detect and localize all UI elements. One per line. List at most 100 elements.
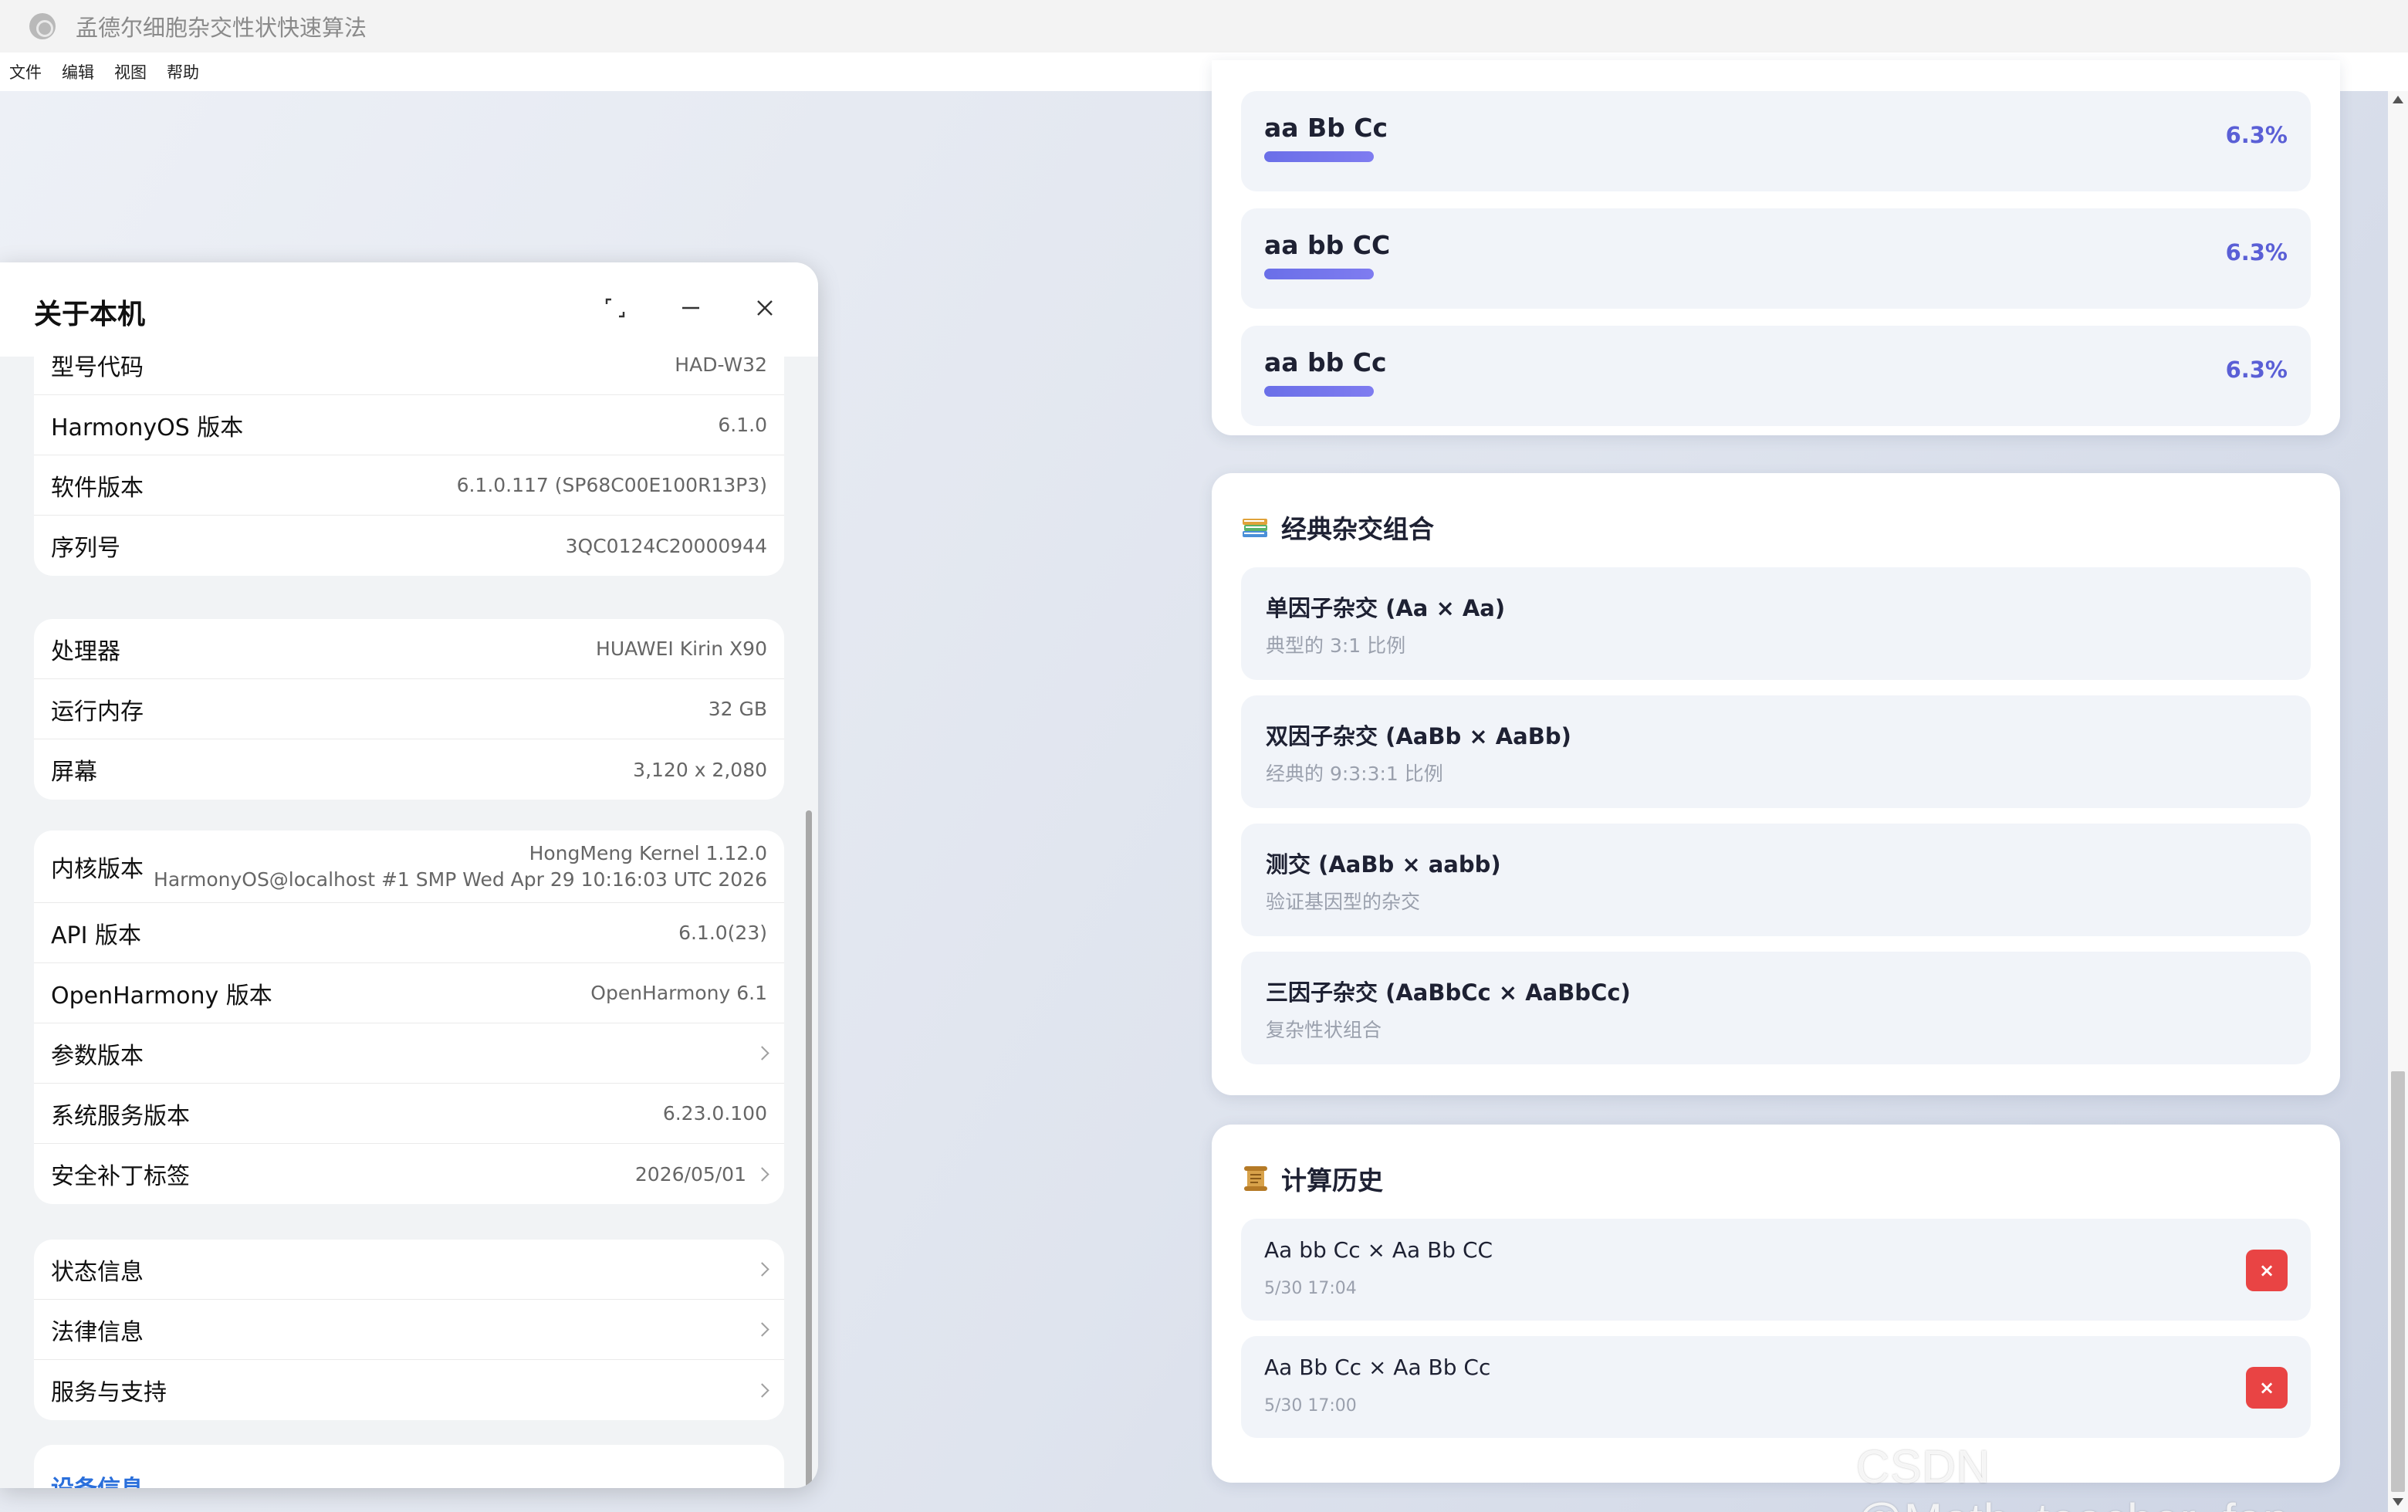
row-label: 运行内存 [51,698,144,726]
device-info-group: 设备信息 [34,1445,784,1488]
delete-history-button[interactable]: × [2246,1367,2288,1409]
about-device-dialog: 关于本机 型号代码 HAD-W32 HarmonyOS 版本 6.1.0 软件版… [0,262,818,1488]
software-group: 内核版本 HongMeng Kernel 1.12.0 HarmonyOS@lo… [34,830,784,1204]
info-row: API 版本 6.1.0(23) [34,903,784,963]
history-section-title: 计算历史 [1241,1160,1383,1197]
info-row: OpenHarmony 版本 OpenHarmony 6.1 [34,963,784,1023]
row-label: 内核版本 [51,855,144,883]
kernel-line-2: HarmonyOS@localhost #1 SMP Wed Apr 29 10… [154,868,767,891]
row-value: 6.1.0 [718,414,767,436]
row-label: 参数版本 [51,1042,144,1070]
row-value: 6.1.0.117 (SP68C00E100R13P3) [456,474,767,496]
delete-history-button[interactable]: × [2246,1250,2288,1291]
menu-file[interactable]: 文件 [9,60,42,83]
info-row: HarmonyOS 版本 6.1.0 [34,395,784,455]
app-icon [29,13,56,39]
phenotype-bar [1264,269,2288,279]
classic-cross-desc: 复杂性状组合 [1266,1019,1382,1041]
info-row-link[interactable]: 参数版本 [34,1023,784,1084]
row-label: API 版本 [51,922,141,949]
phenotype-card: aa Bb Cc 6.3% [1241,91,2311,191]
row-value: HAD-W32 [675,353,767,376]
info-row: 型号代码 HAD-W32 [34,335,784,395]
info-row: 序列号 3QC0124C20000944 [34,516,784,576]
history-time: 5/30 17:04 [1264,1279,1357,1298]
phenotype-card: aa bb Cc 6.3% [1241,326,2311,426]
app-workspace: aa Bb Cc 6.3% aa bb CC 6.3% aa bb Cc 6.3… [0,60,2408,1512]
title-bar: 孟德尔细胞杂交性状快速算法 [0,0,2408,52]
scroll-up-icon[interactable] [2393,96,2403,103]
phenotype-name: aa bb CC [1264,230,1391,260]
history-cross: Aa bb Cc × Aa Bb CC [1264,1237,1493,1263]
phenotype-bar-fill [1264,269,1374,279]
history-item[interactable]: Aa bb Cc × Aa Bb CC 5/30 17:04 × [1241,1219,2311,1321]
info-row: 软件版本 6.1.0.117 (SP68C00E100R13P3) [34,455,784,516]
minimize-icon[interactable] [678,295,704,321]
page-scrollbar[interactable] [2388,91,2408,1512]
phenotype-bar-fill [1264,151,1374,162]
classic-title: 经典杂交组合 [1281,514,1434,544]
classic-cross-desc: 验证基因型的杂交 [1266,891,1421,913]
classic-cross-card[interactable]: 双因子杂交 (AaBb × AaBb) 经典的 9:3:3:1 比例 [1241,695,2311,808]
about-body: 型号代码 HAD-W32 HarmonyOS 版本 6.1.0 软件版本 6.1… [0,335,818,1488]
chevron-right-icon [755,1382,769,1398]
info-links-group: 状态信息 法律信息 服务与支持 [34,1240,784,1420]
info-row: 系统服务版本 6.23.0.100 [34,1084,784,1144]
info-row: 处理器 HUAWEI Kirin X90 [34,619,784,679]
phenotype-bar [1264,151,2288,162]
about-title: 关于本机 [34,299,146,330]
info-row: 屏幕 3,120 x 2,080 [34,739,784,800]
scroll-icon [1244,1166,1267,1191]
phenotype-percent: 6.3% [2225,357,2288,383]
classic-cross-name: 三因子杂交 (AaBbCc × AaBbCc) [1266,979,1631,1006]
device-info-link[interactable]: 设备信息 [51,1470,144,1488]
phenotype-bar-fill [1264,386,1374,397]
row-value: HUAWEI Kirin X90 [596,638,767,660]
kernel-version-value: HongMeng Kernel 1.12.0 HarmonyOS@localho… [154,841,767,893]
chevron-right-icon [755,1046,769,1060]
classic-crosses-panel: 经典杂交组合 单因子杂交 (Aa × Aa) 典型的 3:1 比例 双因子杂交 … [1212,473,2340,1095]
row-label: 系统服务版本 [51,1102,190,1130]
classic-cross-name: 双因子杂交 (AaBb × AaBb) [1266,723,1571,749]
identity-group: 型号代码 HAD-W32 HarmonyOS 版本 6.1.0 软件版本 6.1… [34,335,784,576]
row-value: OpenHarmony 6.1 [590,982,767,1004]
info-row-link[interactable]: 安全补丁标签 2026/05/01 [34,1144,784,1204]
row-value: 6.23.0.100 [662,1102,767,1125]
classic-cross-card[interactable]: 三因子杂交 (AaBbCc × AaBbCc) 复杂性状组合 [1241,952,2311,1064]
row-label: HarmonyOS 版本 [51,414,244,441]
info-row: 内核版本 HongMeng Kernel 1.12.0 HarmonyOS@lo… [34,830,784,903]
phenotype-name: aa Bb Cc [1264,113,1388,143]
classic-cross-name: 测交 (AaBb × aabb) [1266,851,1501,878]
classic-cross-name: 单因子杂交 (Aa × Aa) [1266,595,1506,621]
maximize-icon[interactable] [602,295,628,321]
menu-help[interactable]: 帮助 [167,60,199,83]
classic-cross-card[interactable]: 测交 (AaBb × aabb) 验证基因型的杂交 [1241,824,2311,936]
scrollbar-thumb[interactable] [2391,1071,2405,1492]
classic-cross-card[interactable]: 单因子杂交 (Aa × Aa) 典型的 3:1 比例 [1241,567,2311,680]
phenotype-name: aa bb Cc [1264,347,1387,377]
chevron-right-icon [755,1262,769,1277]
row-label: 软件版本 [51,474,144,502]
legal-info-row[interactable]: 法律信息 [34,1300,784,1360]
menu-edit[interactable]: 编辑 [62,60,94,83]
history-item[interactable]: Aa Bb Cc × Aa Bb Cc 5/30 17:00 × [1241,1336,2311,1438]
classic-cross-desc: 典型的 3:1 比例 [1266,634,1406,657]
row-label: 服务与支持 [51,1379,167,1406]
row-label: 处理器 [51,638,120,665]
close-icon[interactable] [752,295,778,321]
history-panel: 计算历史 Aa bb Cc × Aa Bb CC 5/30 17:04 × Aa… [1212,1125,2340,1483]
phenotype-bar [1264,386,2288,397]
books-icon [1243,519,1267,537]
menu-view[interactable]: 视图 [114,60,147,83]
row-label: 状态信息 [51,1258,144,1286]
row-value: 3,120 x 2,080 [633,758,767,781]
info-row: 运行内存 32 GB [34,679,784,739]
status-info-row[interactable]: 状态信息 [34,1240,784,1300]
service-support-row[interactable]: 服务与支持 [34,1360,784,1420]
scroll-down-icon[interactable] [2393,1498,2403,1506]
row-value: 6.1.0(23) [678,922,767,944]
row-label: OpenHarmony 版本 [51,982,272,1010]
phenotype-percent: 6.3% [2225,239,2288,266]
dialog-scrollbar[interactable] [806,810,812,1488]
row-value: 2026/05/01 [634,1162,746,1186]
